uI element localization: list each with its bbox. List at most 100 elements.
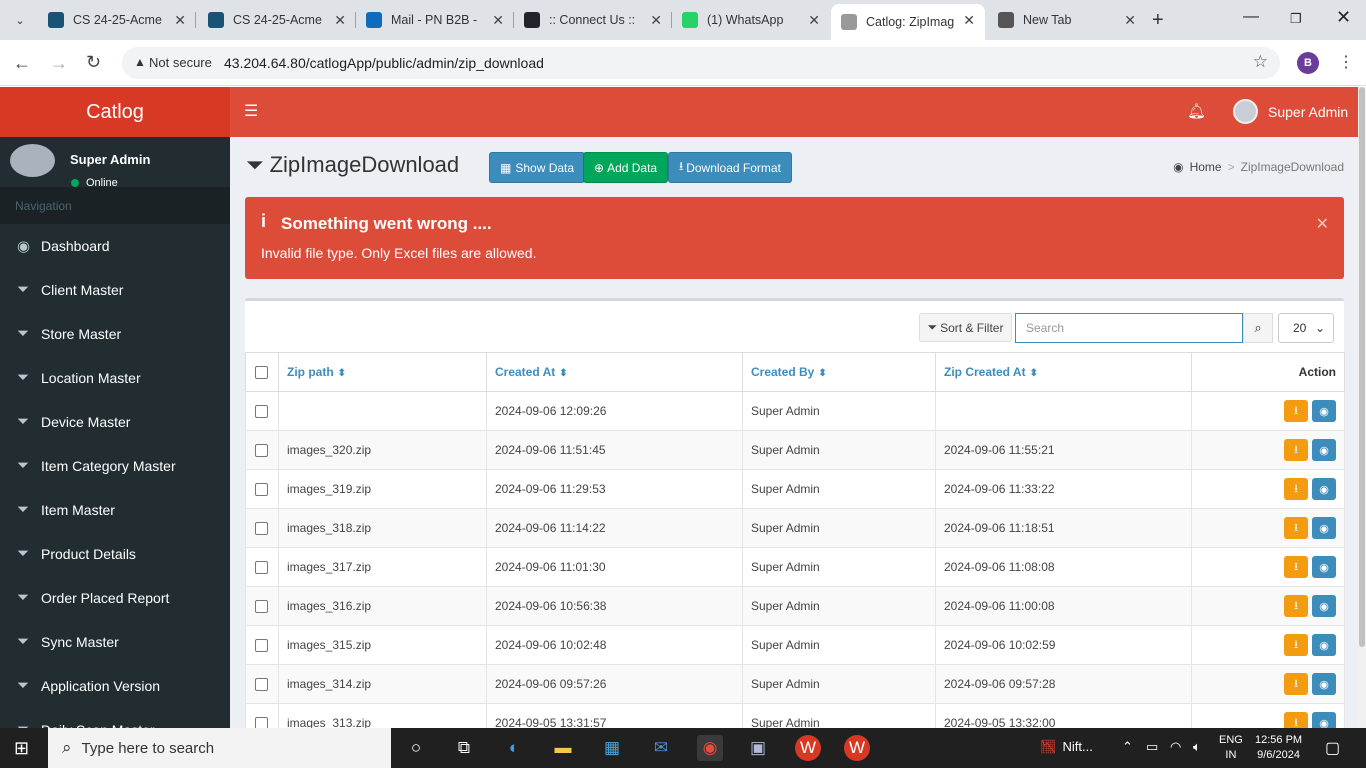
close-tab-icon[interactable]: ✕ [492,12,504,29]
sort-filter-button[interactable]: ⏷ Sort & Filter [919,313,1012,342]
back-arrow-icon[interactable]: ← [13,53,31,74]
close-tab-icon[interactable]: ✕ [650,12,662,29]
close-tab-icon[interactable]: ✕ [1124,12,1136,29]
header-username[interactable]: Super Admin [1268,104,1348,120]
row-checkbox[interactable] [255,639,268,653]
new-tab-button[interactable]: + [1152,9,1164,32]
file-explorer-icon[interactable]: ▬ [550,735,576,761]
reload-icon[interactable]: ↻ [86,52,101,73]
download-icon[interactable]: ⭳ [1284,595,1308,617]
taskbar-search[interactable]: ⌕ Type here to search [48,728,391,768]
language-indicator[interactable]: ENG IN [1219,733,1243,763]
download-icon[interactable]: ⭳ [1284,673,1308,695]
sidebar-item[interactable]: ⏷ Sync Master [0,620,230,664]
col-zip-created-at[interactable]: Zip Created At ⬍ [935,352,1192,392]
col-zip-path[interactable]: Zip path ⬍ [278,352,487,392]
wifi-icon[interactable]: ◠ [1170,739,1181,755]
browser-tab[interactable]: CS 24-25-Acme ✕ [198,4,356,36]
browser-tab[interactable]: CS 24-25-Acme ✕ [38,4,196,36]
eye-icon[interactable]: ◉ [1312,595,1336,617]
scrollbar-thumb[interactable] [1359,87,1365,647]
per-page-select[interactable]: 20 ⌄ [1278,313,1334,343]
sidebar-item[interactable]: ⏷ Item Category Master [0,444,230,488]
teams-icon[interactable]: ▣ [745,735,771,761]
clock[interactable]: 12:56 PM 9/6/2024 [1255,733,1302,763]
bookmark-star-icon[interactable]: ☆ [1253,52,1268,72]
browser-tab[interactable]: Catlog: ZipImag ✕ [831,4,985,40]
download-icon[interactable]: ⭳ [1284,634,1308,656]
sidebar-item[interactable]: ⏷ Product Details [0,532,230,576]
volume-icon[interactable]: 🔈︎ [1193,739,1201,755]
download-icon[interactable]: ⭳ [1284,439,1308,461]
store-icon[interactable]: ▦ [599,735,625,761]
browser-menu-icon[interactable]: ⋮ [1338,52,1354,72]
row-checkbox[interactable] [255,444,268,458]
profile-avatar[interactable]: B [1297,52,1319,74]
wps-writer-icon[interactable]: W [844,735,870,761]
close-tab-icon[interactable]: ✕ [808,12,820,29]
edge-icon[interactable]: ◐ [501,735,527,761]
page-scrollbar[interactable] [1358,87,1366,728]
forward-arrow-icon[interactable]: → [50,53,68,74]
sidebar-item[interactable]: ⏷ Location Master [0,356,230,400]
chevron-up-icon[interactable]: ⌃ [1122,739,1133,755]
battery-icon[interactable]: ▭ [1146,739,1158,755]
download-format-button[interactable]: ⭳ Download Format [668,152,792,183]
select-all-checkbox[interactable] [255,366,268,380]
download-icon[interactable]: ⭳ [1284,556,1308,578]
eye-icon[interactable]: ◉ [1312,517,1336,539]
row-checkbox[interactable] [255,561,268,575]
browser-tab[interactable]: :: Connect Us :: ✕ [514,4,672,36]
row-checkbox[interactable] [255,600,268,614]
wps-office-icon[interactable]: W [795,735,821,761]
close-window-icon[interactable]: ✕ [1336,7,1351,28]
cortana-icon[interactable]: ○ [403,735,429,761]
url-text[interactable]: 43.204.64.80/catlogApp/public/admin/zip_… [224,55,544,71]
download-icon[interactable]: ⭳ [1284,712,1308,728]
eye-icon[interactable]: ◉ [1312,634,1336,656]
sidebar-item[interactable]: ⏷ Application Version [0,664,230,708]
bell-icon[interactable]: 🔔︎ [1187,102,1206,120]
search-input[interactable] [1015,313,1243,343]
close-tab-icon[interactable]: ✕ [334,12,346,29]
sidebar-item[interactable]: ⏷Daily Scan Master [0,708,230,728]
sidebar-item[interactable]: ⏷ Client Master [0,268,230,312]
breadcrumb-home[interactable]: Home [1190,160,1222,174]
sidebar-item[interactable]: ⏷ Device Master [0,400,230,444]
download-icon[interactable]: ⭳ [1284,517,1308,539]
sidebar-item[interactable]: ⏷ Order Placed Report [0,576,230,620]
security-label[interactable]: Not secure [149,55,212,70]
notification-icon[interactable]: ▢ [1325,738,1340,758]
download-icon[interactable]: ⭳ [1284,400,1308,422]
sidebar-item[interactable]: ⏷ Item Master [0,488,230,532]
sidebar-item[interactable]: ◉ Dashboard [0,224,230,268]
eye-icon[interactable]: ◉ [1312,673,1336,695]
minimize-icon[interactable]: — [1243,8,1259,26]
row-checkbox[interactable] [255,483,268,497]
omnibox[interactable]: ▲ Not secure 43.204.64.80/catlogApp/publ… [122,47,1280,79]
warning-icon[interactable]: ▲ [134,55,146,69]
chrome-icon[interactable]: ◉ [697,735,723,761]
close-alert-icon[interactable]: ✕ [1316,214,1329,234]
eye-icon[interactable]: ◉ [1312,439,1336,461]
download-icon[interactable]: ⭳ [1284,478,1308,500]
windows-start-icon[interactable]: ⊞ [14,738,29,759]
restore-icon[interactable]: ❐ [1290,11,1302,27]
eye-icon[interactable]: ◉ [1312,712,1336,728]
col-created-by[interactable]: Created By ⬍ [742,352,936,392]
eye-icon[interactable]: ◉ [1312,556,1336,578]
row-checkbox[interactable] [255,522,268,536]
show-data-button[interactable]: ▦ Show Data [489,152,586,183]
browser-tab[interactable]: New Tab ✕ [988,4,1146,36]
add-data-button[interactable]: ⊕ Add Data [583,152,669,183]
hamburger-menu-icon[interactable]: ☰ [244,101,258,121]
browser-tab[interactable]: (1) WhatsApp ✕ [672,4,830,36]
close-tab-icon[interactable]: ✕ [174,12,186,29]
tab-search-dropdown-icon[interactable]: ⌄ [8,8,32,32]
row-checkbox[interactable] [255,678,268,692]
weather-widget[interactable]: 📉︎ Nift... [1040,739,1093,755]
app-logo[interactable]: Catlog [0,87,230,137]
col-created-at[interactable]: Created At ⬍ [486,352,743,392]
browser-tab[interactable]: Mail - PN B2B - ✕ [356,4,514,36]
sidebar-item[interactable]: ⏷ Store Master [0,312,230,356]
